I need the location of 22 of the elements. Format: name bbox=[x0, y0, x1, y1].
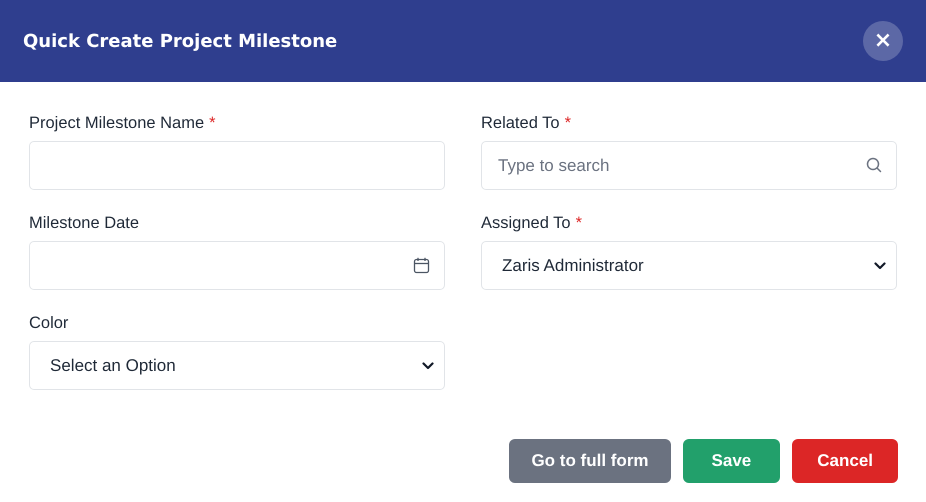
search-field[interactable]: Type to search bbox=[481, 141, 897, 190]
close-button[interactable]: × bbox=[863, 21, 903, 61]
calendar-icon bbox=[413, 257, 430, 274]
full-form-button[interactable]: Go to full form bbox=[509, 439, 671, 483]
required-mark: * bbox=[576, 214, 582, 232]
date-field[interactable] bbox=[29, 241, 445, 290]
field-label: Milestone Date bbox=[29, 214, 140, 232]
field-label: Color bbox=[29, 314, 68, 332]
field-label: Project Milestone Name bbox=[29, 114, 204, 132]
dialog-title: Quick Create Project Milestone bbox=[23, 30, 338, 52]
required-mark: * bbox=[209, 114, 216, 132]
select-field[interactable]: Zaris Administrator bbox=[481, 241, 897, 290]
text-field[interactable] bbox=[29, 141, 445, 190]
required-mark: * bbox=[564, 114, 572, 132]
select-field[interactable]: Select an Option bbox=[29, 341, 445, 390]
field-label: Related To bbox=[481, 114, 560, 132]
save-button[interactable]: Save bbox=[682, 439, 780, 483]
chevron-down-icon bbox=[422, 362, 434, 370]
search-icon bbox=[866, 157, 882, 173]
chevron-down-icon bbox=[874, 262, 886, 270]
cancel-button[interactable]: Cancel bbox=[792, 439, 898, 483]
field-label: Assigned To bbox=[481, 214, 571, 232]
